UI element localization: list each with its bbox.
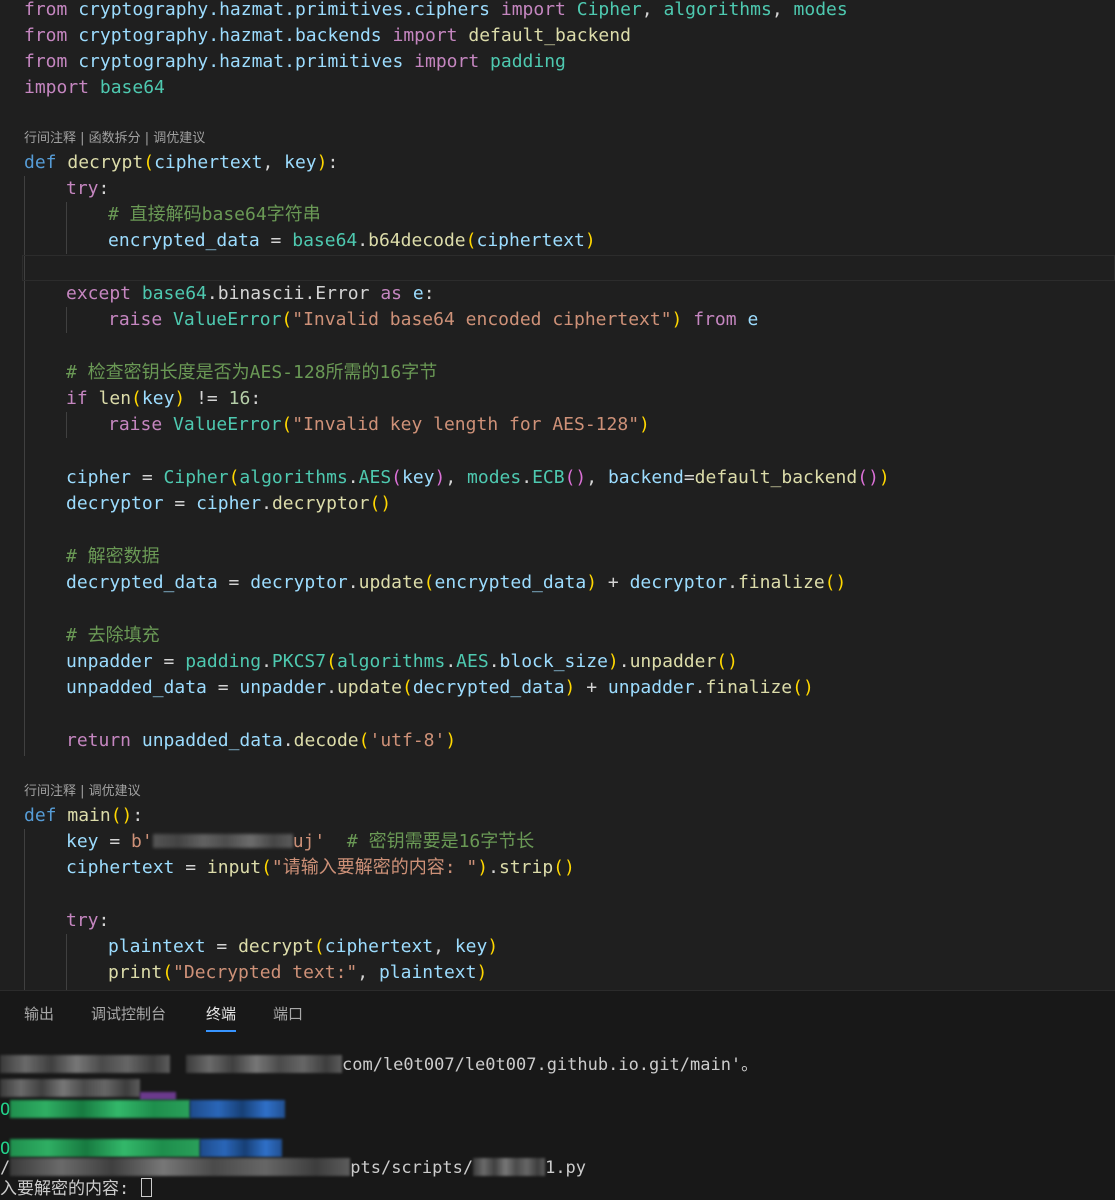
- code-line-comment-decode: # 直接解码base64字符串: [108, 204, 321, 225]
- panel-tabs: 输出 调试控制台 终端 端口: [0, 991, 1115, 1035]
- code-line-import-base64: import base64: [24, 77, 165, 98]
- code-editor[interactable]: from cryptography.hazmat.primitives.ciph…: [0, 0, 1115, 990]
- code-line-key: key = b' uj' # 密钥需要是16字节长: [66, 831, 535, 852]
- redacted-text: [0, 1079, 140, 1097]
- codelens-decrypt[interactable]: 行间注释 | 函数拆分 | 调优建议: [24, 129, 205, 149]
- redacted-text: [10, 1139, 201, 1157]
- code-line-try: try:: [66, 178, 110, 199]
- bottom-panel: 输出 调试控制台 终端 端口 com/le0t007/le0t007.githu…: [0, 990, 1115, 1200]
- code-line-unpadded-data: unpadded_data = unpadder.update(decrypte…: [66, 677, 814, 698]
- indent-guide: [66, 307, 67, 333]
- code-line-return: return unpadded_data.decode('utf-8'): [66, 730, 457, 751]
- code-line-except: except base64.binascii.Error as e:: [66, 283, 435, 304]
- code-line-cipher: cipher = Cipher(algorithms.AES(key), mod…: [66, 467, 890, 488]
- code-line-comment-unpad: # 去除填充: [66, 625, 160, 646]
- code-line-import-ciphers: from cryptography.hazmat.primitives.ciph…: [24, 0, 848, 20]
- terminal-line: O: [0, 1098, 286, 1122]
- code-line-comment-decrypt: # 解密数据: [66, 546, 160, 567]
- terminal-input-prompt[interactable]: 入要解密的内容:: [0, 1177, 153, 1200]
- redacted-text: [190, 1100, 286, 1118]
- terminal-line: com/le0t007/le0t007.github.io.git/main'。: [0, 1053, 758, 1077]
- code-line-ciphertext-input: ciphertext = input("请输入要解密的内容: ").strip(…: [66, 857, 575, 878]
- code-line-def-decrypt: def decrypt(ciphertext, key):: [24, 152, 339, 173]
- indent-guide: [24, 829, 25, 990]
- redacted-text: [186, 1055, 342, 1073]
- code-line-unpadder: unpadder = padding.PKCS7(algorithms.AES.…: [66, 651, 738, 672]
- redacted-key: [152, 834, 293, 848]
- code-line-main-try: try:: [66, 910, 110, 931]
- code-line-import-padding: from cryptography.hazmat.primitives impo…: [24, 51, 566, 72]
- indent-guide: [66, 412, 67, 438]
- redacted-text: [0, 1055, 170, 1073]
- tab-terminal[interactable]: 终端: [206, 1003, 237, 1032]
- indent-guide: [66, 934, 67, 990]
- indent-guide: [66, 202, 67, 254]
- code-line-decrypted-data: decrypted_data = decryptor.update(encryp…: [66, 572, 847, 593]
- code-line-raise-b64: raise ValueError("Invalid base64 encoded…: [108, 309, 759, 330]
- code-line-comment-key: # 检查密钥长度是否为AES-128所需的16字节: [66, 362, 438, 383]
- code-line-b64decode: encrypted_data = base64.b64decode(cipher…: [108, 230, 596, 251]
- code-line-raise-key: raise ValueError("Invalid key length for…: [108, 414, 650, 435]
- current-line-highlight: [22, 255, 1115, 281]
- code-line-if-len: if len(key) != 16:: [66, 388, 262, 409]
- redacted-text: [473, 1158, 546, 1176]
- redacted-text: [10, 1100, 191, 1118]
- terminal-cursor: [141, 1178, 153, 1197]
- code-line-decryptor: decryptor = cipher.decryptor(): [66, 493, 392, 514]
- redacted-text: [200, 1139, 283, 1157]
- tab-debug-console[interactable]: 调试控制台: [91, 1003, 166, 1024]
- code-line-def-main: def main():: [24, 805, 144, 826]
- codelens-main[interactable]: 行间注释 | 调优建议: [24, 782, 141, 802]
- code-line-import-backends: from cryptography.hazmat.backends import…: [24, 25, 631, 46]
- tab-ports[interactable]: 端口: [273, 1003, 303, 1024]
- tab-output[interactable]: 输出: [24, 1003, 54, 1024]
- code-line-print: print("Decrypted text:", plaintext): [108, 962, 488, 983]
- redacted-text: [10, 1158, 351, 1176]
- code-line-plaintext: plaintext = decrypt(ciphertext, key): [108, 936, 499, 957]
